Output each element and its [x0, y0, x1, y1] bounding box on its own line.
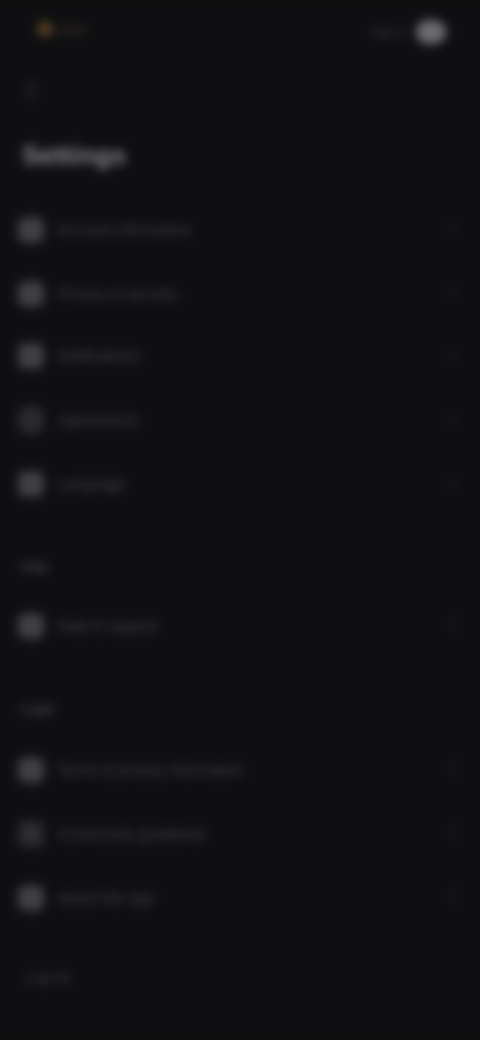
settings-screen: Kiwi Sign in Settings Account informatio…	[0, 0, 480, 1040]
menu-item-label: Notifications	[58, 347, 140, 365]
chevron-right-icon	[445, 762, 458, 775]
palette-icon	[18, 407, 44, 433]
page-title: Settings	[22, 140, 127, 170]
document-icon	[18, 757, 44, 783]
help-icon	[18, 613, 44, 639]
menu-item-community-guidelines[interactable]: Community guidelines	[18, 812, 462, 856]
globe-icon	[18, 471, 44, 497]
chevron-right-icon	[445, 890, 458, 903]
menu-item-account-information[interactable]: Account information	[18, 208, 462, 252]
chevron-right-icon	[445, 348, 458, 361]
user-icon	[18, 217, 44, 243]
avatar-icon	[416, 20, 446, 44]
menu-item-privacy-security[interactable]: Privacy & security	[18, 272, 462, 316]
section-label-help: Help	[22, 560, 49, 574]
top-bar: Kiwi Sign in	[0, 0, 480, 64]
sign-in-button[interactable]: Sign in	[352, 18, 446, 46]
chevron-right-icon	[445, 222, 458, 235]
chevron-right-icon	[445, 476, 458, 489]
app-logo[interactable]: Kiwi	[38, 20, 114, 38]
menu-item-label: Account information	[58, 221, 191, 239]
menu-item-terms-privacy[interactable]: Terms & privacy information	[18, 748, 462, 792]
bell-icon	[18, 343, 44, 369]
log-out-link[interactable]: Log out	[26, 970, 69, 985]
chevron-right-icon	[445, 412, 458, 425]
menu-item-label: Community guidelines	[58, 825, 206, 843]
sign-in-label: Sign in	[371, 25, 408, 39]
menu-item-notifications[interactable]: Notifications	[18, 334, 462, 378]
chevron-right-icon	[445, 286, 458, 299]
info-icon	[18, 885, 44, 911]
menu-item-label: About this app	[58, 889, 154, 907]
back-button[interactable]	[22, 81, 46, 99]
menu-item-label: Terms & privacy information	[58, 761, 244, 779]
chevron-right-icon	[445, 618, 458, 631]
section-label-legal: Legal	[22, 702, 54, 716]
menu-item-label: Appearance	[58, 411, 139, 429]
logo-icon	[38, 22, 52, 36]
logo-text: Kiwi	[58, 21, 85, 37]
menu-item-label: Help & support	[58, 617, 158, 635]
lock-icon	[18, 281, 44, 307]
menu-item-help-support[interactable]: Help & support	[18, 604, 462, 648]
chevron-left-icon	[25, 81, 43, 99]
menu-item-about[interactable]: About this app	[18, 876, 462, 920]
menu-item-language[interactable]: Language	[18, 462, 462, 506]
menu-item-appearance[interactable]: Appearance	[18, 398, 462, 442]
menu-item-label: Language	[58, 475, 125, 493]
chevron-right-icon	[445, 826, 458, 839]
people-icon	[18, 821, 44, 847]
menu-item-label: Privacy & security	[58, 285, 178, 303]
